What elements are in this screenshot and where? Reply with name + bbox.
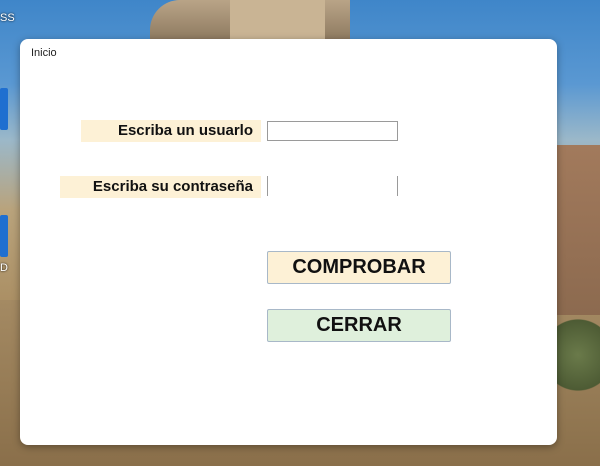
password-input[interactable] — [267, 176, 398, 196]
desktop-background-wall — [556, 145, 600, 315]
check-button[interactable]: COMPROBAR — [267, 251, 451, 284]
username-label: Escriba un usuarlo — [81, 120, 261, 142]
desktop-icon-label[interactable]: SS — [0, 12, 15, 24]
desktop-background-tower — [230, 0, 325, 40]
window-title: Inicio — [31, 47, 57, 59]
username-input[interactable] — [267, 121, 398, 141]
close-button[interactable]: CERRAR — [267, 309, 451, 342]
desktop-icon-label[interactable]: D — [0, 262, 8, 274]
password-label: Escriba su contraseña — [60, 176, 261, 198]
desktop-app-icon[interactable] — [0, 215, 8, 257]
login-window: Inicio Escriba un usuarlo Escriba su con… — [20, 39, 557, 445]
desktop-background-tree — [556, 310, 600, 400]
desktop-app-icon[interactable] — [0, 88, 8, 130]
